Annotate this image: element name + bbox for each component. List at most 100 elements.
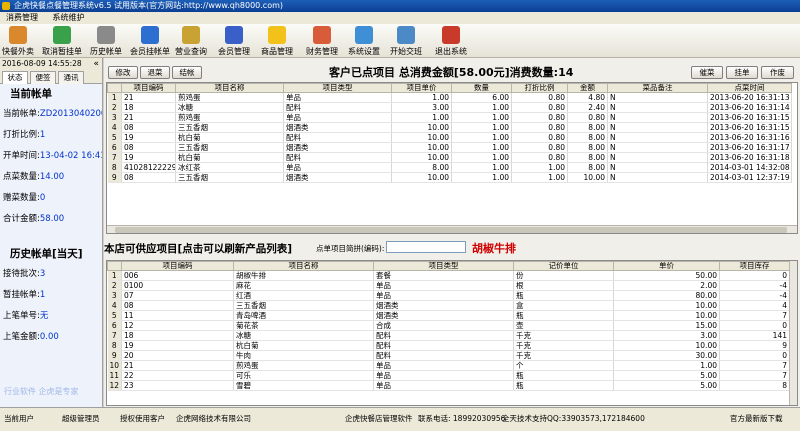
table-row[interactable]: 4 08 三五香烟 烟酒类 10.00 1.00 0.80 8.00 N 2013-06-20 1…: [107, 122, 792, 133]
table-cell: N: [607, 142, 708, 153]
hold-bill-button[interactable]: 挂单: [726, 66, 758, 79]
collapse-panel-icon[interactable]: «: [93, 58, 99, 70]
column-header[interactable]: 项目类型: [283, 83, 392, 93]
column-header[interactable]: 金额: [567, 83, 608, 93]
column-header[interactable]: [107, 83, 122, 93]
product-list-title[interactable]: 本店可供应项目[点击可以刷新产品列表]: [104, 241, 292, 256]
member-toolbar-button[interactable]: 会员管理: [218, 25, 250, 57]
finance-toolbar-button[interactable]: 财务管理: [306, 25, 338, 57]
handshake-toolbar-button[interactable]: 开始交班: [390, 25, 422, 57]
member-bill-toolbar-button[interactable]: 会员挂帐单: [130, 25, 170, 57]
table-row[interactable]: 6 12 菊花茶 合成壶 15.00 0: [107, 320, 790, 331]
table-cell: 11: [107, 370, 122, 381]
menu-system-maintenance[interactable]: 系统维护: [47, 12, 91, 24]
table-row[interactable]: 3 07 红酒 单品瓶 80.00 -4: [107, 290, 790, 301]
table-cell: 烟酒类: [283, 122, 392, 133]
table-cell: 50.00: [613, 270, 720, 281]
current-bill-heading: 当前帐单: [10, 88, 52, 100]
table-row[interactable]: 7 19 杭白菊 配料 10.00 1.00 0.80 8.00 N 2013-06-20 16:…: [107, 152, 792, 163]
table-row[interactable]: 6 08 三五香烟 烟酒类 10.00 1.00 0.80 8.00 N 2013-06-20 1…: [107, 142, 792, 153]
table-row[interactable]: 9 08 三五香烟 烟酒类 10.00 1.00 1.00 10.00 N 2014-03-01 …: [107, 172, 792, 183]
table-row[interactable]: 11 22 可乐 单品瓶 5.00 7: [107, 370, 790, 381]
column-header[interactable]: 项目库存: [719, 261, 790, 271]
table-cell: 08: [121, 142, 176, 153]
business-query-toolbar-button[interactable]: 营业查询: [175, 25, 207, 57]
quick-code-search-input[interactable]: [386, 241, 466, 253]
void-button[interactable]: 作废: [761, 66, 794, 79]
column-header[interactable]: 单价: [613, 261, 720, 271]
column-header[interactable]: 项目名称: [233, 261, 374, 271]
table-row[interactable]: 8 19 杭白菊 配料 千克 10.00 9: [107, 340, 790, 351]
table-row[interactable]: 2 0100 麻花 单品根 2.00 -4: [107, 280, 790, 291]
status-product-name: 企虎快餐店管理软件: [345, 414, 413, 423]
product-grid-vscrollbar[interactable]: [789, 261, 797, 405]
modify-button[interactable]: 修改: [108, 66, 138, 79]
return-dish-button[interactable]: 退菜: [140, 66, 170, 79]
table-cell: 2: [107, 102, 122, 113]
table-cell: 煎鸡蛋: [233, 360, 374, 371]
info-label: 打折比例:: [3, 130, 40, 140]
table-row[interactable]: 10 21 煎鸡蛋 单品个 1.00 7: [107, 360, 790, 371]
table-cell: 套餐: [373, 270, 514, 281]
settings-toolbar-button[interactable]: 系统设置: [348, 25, 380, 57]
table-cell: 千克: [513, 350, 614, 361]
table-cell: 10.00: [391, 172, 452, 183]
rush-dish-button[interactable]: 催菜: [691, 66, 723, 79]
table-cell: 杭白菊: [233, 340, 374, 351]
table-row[interactable]: 2 18 冰糖 配料 3.00 1.00 0.80 2.40 N 2013-06-20 16:31…: [107, 102, 792, 113]
table-row[interactable]: 5 19 杭白菊 配料 10.00 1.00 0.80 8.00 N 2013-06-20 16:…: [107, 132, 792, 143]
ordered-grid-hscrollbar[interactable]: [107, 225, 797, 233]
table-row[interactable]: 1 006 胡椒牛排 套餐份 50.00 0: [107, 270, 790, 281]
tab-contacts[interactable]: 通讯: [58, 71, 84, 84]
tab-status[interactable]: 状态: [2, 71, 28, 84]
table-cell: 0.80: [511, 92, 568, 103]
table-cell: 8.00: [567, 162, 608, 173]
takeout-toolbar-button[interactable]: 快餐外卖: [2, 25, 34, 57]
cancel-hold-toolbar-button[interactable]: 取消暂挂单: [42, 25, 82, 57]
column-header[interactable]: 项目类型: [373, 261, 514, 271]
order-summary-title: 客户已点项目 总消费金额[58.00元]消费数量:14: [329, 66, 574, 79]
table-cell: 2013-06-20 16:31:18: [707, 152, 792, 163]
product-grid: 项目编码 项目名称 项目类型 记价单位 单价 项目库存 1 006 胡椒牛排 套餐份 50.00 0 2…: [106, 260, 798, 406]
current-info-row: 开单时间:13-04-02 16:41:21: [0, 146, 102, 167]
table-row[interactable]: 12 23 雪碧 单品瓶 5.00 8: [107, 380, 790, 391]
checkout-button[interactable]: 结帐: [172, 66, 202, 79]
table-row[interactable]: 7 18 冰糖 配料 千克 3.00 141: [107, 330, 790, 341]
column-header[interactable]: [107, 261, 122, 271]
table-cell: 0.80: [511, 112, 568, 123]
table-row[interactable]: 4 08 三五香烟 烟酒类盒 10.00 4: [107, 300, 790, 311]
table-cell: 配料: [373, 350, 514, 361]
info-value: 无: [39, 311, 49, 321]
ordered-items-grid: 项目编码 项目名称 项目类型 项目单价 数量 打折比例 金额 菜品备注 点菜时间 1 21 煎鸡蛋 单品…: [106, 82, 798, 234]
column-header[interactable]: 菜品备注: [607, 83, 708, 93]
table-row[interactable]: 9 20 牛肉 配料 千克 30.00 0: [107, 350, 790, 361]
column-header[interactable]: 项目名称: [175, 83, 284, 93]
table-cell: 141: [719, 330, 790, 341]
column-header[interactable]: 点菜时间: [707, 83, 792, 93]
member-icon: [225, 26, 243, 44]
table-cell: 20: [121, 350, 234, 361]
clock-toolbar-button[interactable]: 历史帐单: [90, 25, 122, 57]
table-cell: 5.00: [613, 370, 720, 381]
table-row[interactable]: 3 21 煎鸡蛋 单品 1.00 1.00 0.80 0.80 N 2013-06-20 16:3…: [107, 112, 792, 123]
exit-icon: [442, 26, 460, 44]
column-header[interactable]: 记价单位: [513, 261, 614, 271]
column-header[interactable]: 项目编码: [121, 261, 234, 271]
star-toolbar-button[interactable]: 商品管理: [261, 25, 293, 57]
table-cell: 1.00: [451, 162, 512, 173]
table-row[interactable]: 84102812222975冰红茶单品8.001.001.008.00N2014…: [107, 162, 792, 173]
table-cell: 10.00: [391, 132, 452, 143]
column-header[interactable]: 数量: [451, 83, 512, 93]
scroll-thumb[interactable]: [115, 227, 787, 233]
column-header[interactable]: 打折比例: [511, 83, 568, 93]
column-header[interactable]: 项目编码: [121, 83, 176, 93]
info-label: 开单时间:: [3, 151, 40, 161]
history-info-row: 上笔金额:0.00: [0, 327, 102, 348]
menu-consumption[interactable]: 消费管理: [0, 12, 44, 24]
exit-toolbar-button[interactable]: 退出系统: [435, 25, 467, 57]
table-row[interactable]: 5 11 青岛啤酒 烟酒类瓶 10.00 7: [107, 310, 790, 321]
table-row[interactable]: 1 21 煎鸡蛋 单品 1.00 6.00 0.80 4.80 N 2013-06-20 16:3…: [107, 92, 792, 103]
download-latest-link[interactable]: 官方最新版下载: [730, 413, 783, 424]
tab-notes[interactable]: 便签: [30, 71, 56, 84]
column-header[interactable]: 项目单价: [391, 83, 452, 93]
